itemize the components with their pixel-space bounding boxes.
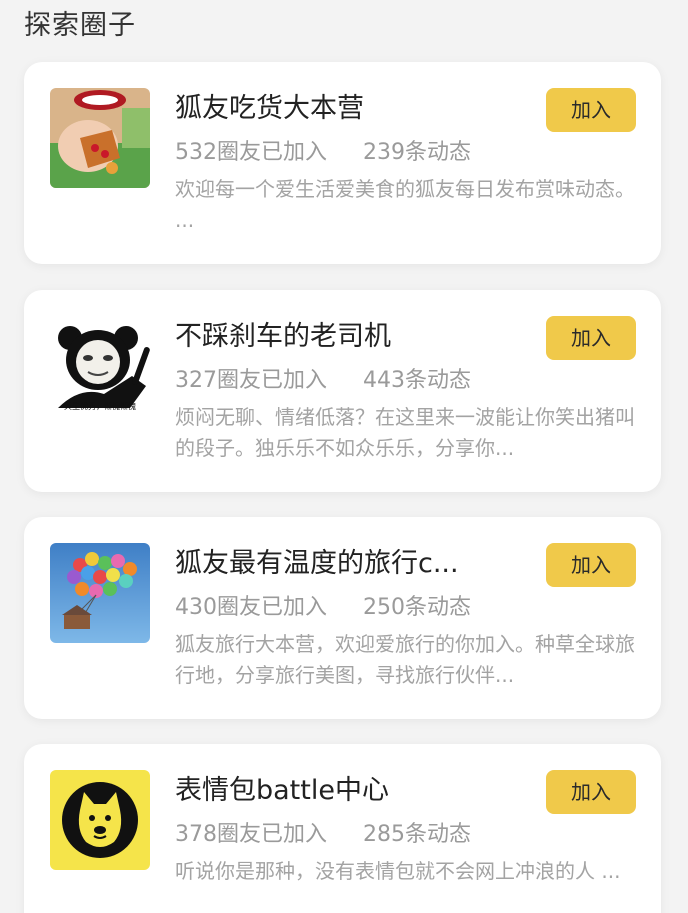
- member-count: 430圈友已加入: [175, 595, 327, 620]
- circle-stats: 327圈友已加入 443条动态: [175, 362, 471, 394]
- circle-card-food[interactable]: 狐友吃货大本营 532圈友已加入 239条动态 欢迎每一个爱生活爱美食的狐友每日发…: [24, 62, 661, 264]
- circle-name: 表情包battle中心: [175, 775, 389, 806]
- circle-description: 烦闷无聊、情绪低落？在这里来一波能让你笑出猪叫的段子。独乐乐不如众乐乐，分享你.…: [175, 405, 635, 460]
- member-count: 532圈友已加入: [175, 140, 327, 165]
- member-count: 327圈友已加入: [175, 368, 327, 393]
- circle-stats: 378圈友已加入 285条动态: [175, 816, 471, 848]
- circle-description: 欢迎每一个爱生活爱美食的狐友每日发布赏味动态。 ...: [175, 177, 635, 232]
- circle-name: 狐友吃货大本营: [175, 93, 364, 124]
- circle-name: 狐友最有温度的旅行c...: [175, 548, 459, 579]
- balloon-house-thumbnail: [50, 543, 150, 643]
- post-count: 285条动态: [363, 822, 471, 847]
- circle-card-memes[interactable]: 表情包battle中心 378圈友已加入 285条动态 听说你是那种，没有表情包就…: [24, 744, 661, 913]
- panda-meme-caption: 天生优秀，惭愧惭愧: [64, 402, 136, 411]
- circle-description: 狐友旅行大本营，欢迎爱旅行的你加入。种草全球旅行地，分享旅行美图，寻找旅行伙伴.…: [175, 632, 635, 687]
- panda-meme-thumbnail: 天生优秀，惭愧惭愧: [50, 316, 150, 416]
- post-count: 250条动态: [363, 595, 471, 620]
- join-button[interactable]: 加入: [546, 543, 636, 587]
- circle-card-travel[interactable]: 狐友最有温度的旅行c... 430圈友已加入 250条动态 狐友旅行大本营，欢迎爱…: [24, 517, 661, 719]
- section-title: 探索圈子: [24, 10, 136, 41]
- circle-description: 听说你是那种，没有表情包就不会网上冲浪的人 ...: [175, 859, 621, 883]
- join-button[interactable]: 加入: [546, 316, 636, 360]
- member-count: 378圈友已加入: [175, 822, 327, 847]
- explore-circles-page: 探索圈子 狐友吃货大本营 532圈友已加入 239条动态 欢迎每一个爱生活爱美食的…: [0, 0, 688, 913]
- post-count: 443条动态: [363, 368, 471, 393]
- circle-card-jokes[interactable]: 天生优秀，惭愧惭愧 不踩刹车的老司机 327圈友已加入 443条动态 烦闷无聊、情…: [24, 290, 661, 492]
- food-photo-thumbnail: [50, 88, 150, 188]
- circle-stats: 532圈友已加入 239条动态: [175, 134, 471, 166]
- circle-name: 不踩刹车的老司机: [175, 321, 391, 352]
- join-button[interactable]: 加入: [546, 88, 636, 132]
- post-count: 239条动态: [363, 140, 471, 165]
- join-button[interactable]: 加入: [546, 770, 636, 814]
- doge-logo-thumbnail: [50, 770, 150, 870]
- circle-stats: 430圈友已加入 250条动态: [175, 589, 471, 621]
